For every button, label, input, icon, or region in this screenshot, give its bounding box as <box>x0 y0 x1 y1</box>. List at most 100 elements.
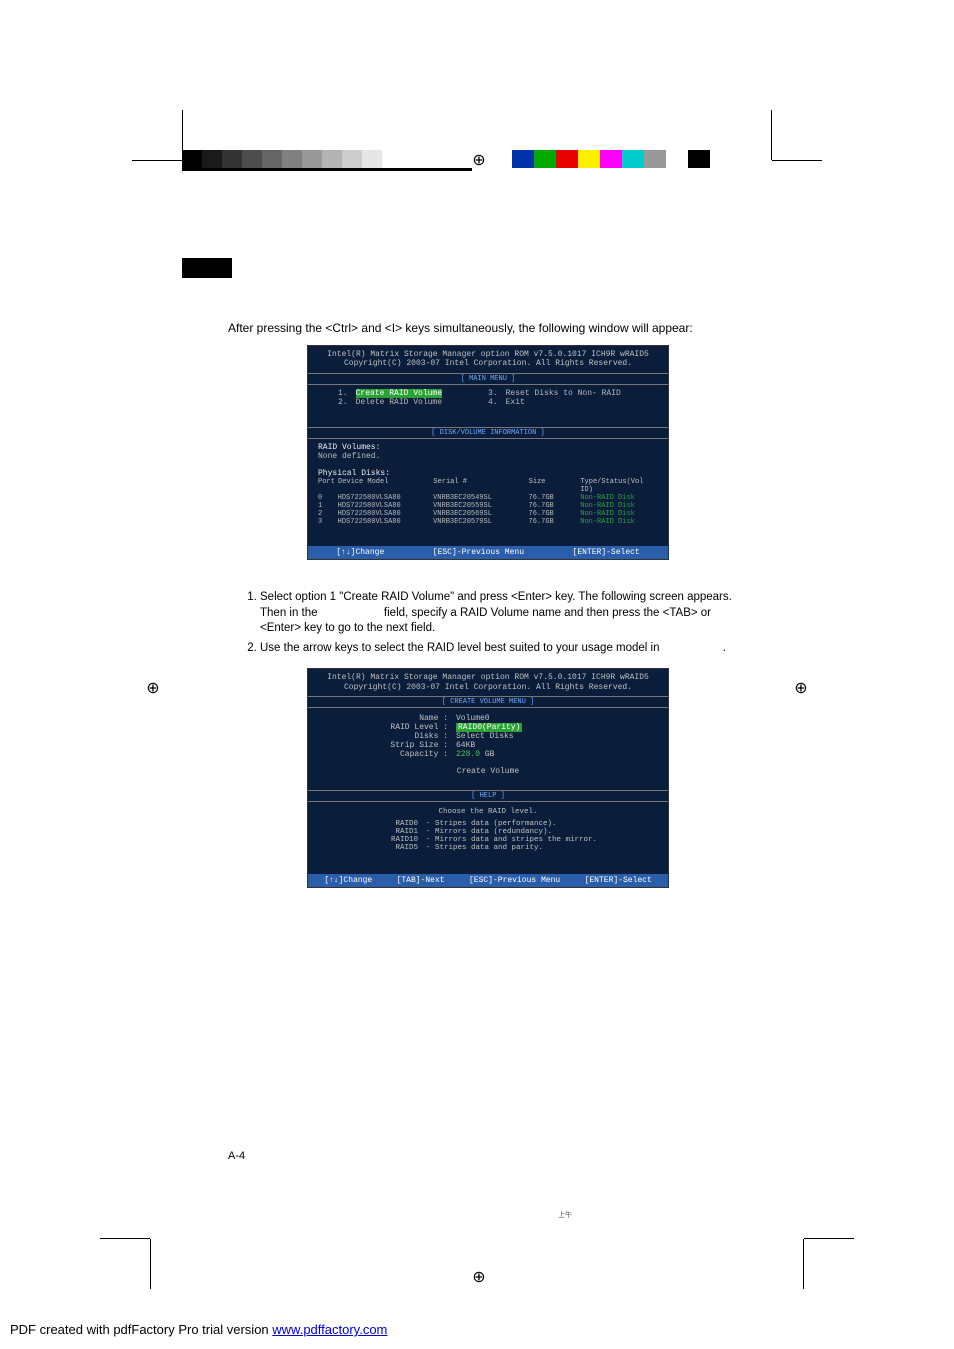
instruction-1: Select option 1 "Create RAID Volume" and… <box>260 590 748 637</box>
footer-select: [ENTER]-Select <box>585 876 652 885</box>
color-swatch <box>666 150 688 168</box>
capacity-label: Capacity : <box>388 750 448 759</box>
disk-volume-info-title: [ DISK/VOLUME INFORMATION ] <box>308 427 668 439</box>
disk-serial: VNRB3EC20549SL <box>433 494 520 502</box>
disks-value: Select Disks <box>448 732 514 741</box>
menu-number: 4. <box>488 398 498 407</box>
pdf-factory-footer: PDF created with pdfFactory Pro trial ve… <box>10 1322 387 1337</box>
raid-level-value: RAID0(Parity) <box>456 723 522 732</box>
help-row: RAID10- Mirrors data and stripes the mir… <box>378 836 598 844</box>
col-type: Type/Status(Vol ID) <box>580 478 658 494</box>
disk-model: HDS722580VLSA80 <box>338 510 425 518</box>
footer-select: [ENTER]-Select <box>573 548 640 557</box>
help-raid-level: RAID10 <box>378 836 418 844</box>
color-swatch <box>534 150 556 168</box>
disk-size: 76.7GB <box>529 494 573 502</box>
footer-change: [↑↓]Change <box>324 876 372 885</box>
raid-volumes-label: RAID Volumes: <box>318 443 658 452</box>
footer-prev-menu: [ESC]-Previous Menu <box>433 548 524 557</box>
help-row: RAID5 - Stripes data and parity. <box>378 844 598 852</box>
bios-title-line: Intel(R) Matrix Storage Manager option R… <box>316 673 660 683</box>
color-swatch <box>322 150 342 168</box>
page-number: A-4 <box>228 1150 245 1162</box>
help-raid-desc: - Mirrors data (redundancy). <box>426 828 552 836</box>
disk-type: Non-RAID Disk <box>580 510 658 518</box>
bios-copyright-line: Copyright(C) 2003-07 Intel Corporation. … <box>316 683 660 693</box>
crop-mark <box>132 160 182 161</box>
color-swatch <box>512 150 534 168</box>
crop-mark <box>772 160 822 161</box>
disk-type: Non-RAID Disk <box>580 518 658 526</box>
color-swatch <box>282 150 302 168</box>
color-swatch <box>362 150 382 168</box>
col-size: Size <box>529 478 573 494</box>
menu-number: 2. <box>338 398 348 407</box>
help-raid-level: RAID1 <box>378 828 418 836</box>
menu-create-raid-volume: Create RAID Volume <box>356 389 442 398</box>
disk-port: 1 <box>318 502 330 510</box>
capacity-value-num: 228.0 <box>456 750 480 759</box>
menu-delete-raid-volume: Delete RAID Volume <box>356 398 442 407</box>
main-menu-title: [ MAIN MENU ] <box>308 373 668 385</box>
registration-mark-icon: ⊕ <box>470 1269 488 1287</box>
disk-size: 76.7GB <box>529 502 573 510</box>
help-row: RAID1 - Mirrors data (redundancy). <box>378 828 598 836</box>
col-serial: Serial # <box>433 478 520 494</box>
registration-mark-icon: ⊕ <box>470 152 488 170</box>
menu-number: 3. <box>488 389 498 398</box>
instruction-2: Use the arrow keys to select the RAID le… <box>260 641 748 657</box>
horizontal-rule <box>182 168 472 171</box>
menu-number: 1. <box>338 389 348 398</box>
registration-mark-icon: ⊕ <box>792 680 810 698</box>
pdf-factory-link[interactable]: www.pdffactory.com <box>272 1322 387 1337</box>
instructions-list: Select option 1 "Create RAID Volume" and… <box>228 590 748 656</box>
crop-mark <box>803 1239 804 1289</box>
help-raid-desc: - Stripes data (performance). <box>426 820 557 828</box>
color-bar <box>512 150 710 168</box>
footer-prev-menu: [ESC]-Previous Menu <box>469 876 560 885</box>
physical-disk-row: 1 HDS722580VLSA80 VNRB3EC20559SL 76.7GB Non-… <box>318 502 658 510</box>
disk-port: 3 <box>318 518 330 526</box>
color-swatch <box>182 150 202 168</box>
timestamp-text: 上午 <box>558 1210 572 1220</box>
raid-volumes-value: None defined. <box>318 452 658 461</box>
physical-disk-row: 3HDS722580VLSA80VNRB3EC20579SL76.7GBNon-… <box>318 518 658 526</box>
disk-model: HDS722580VLSA80 <box>338 502 425 510</box>
color-swatch <box>302 150 322 168</box>
help-raid-level: RAID0 <box>378 820 418 828</box>
disk-size: 76.7GB <box>529 510 573 518</box>
menu-reset-disks: Reset Disks to Non- RAID <box>506 389 621 398</box>
name-label: Name : <box>388 714 448 723</box>
disk-model: HDS722580VLSA80 <box>338 494 425 502</box>
col-model: Device Model <box>338 478 425 494</box>
disk-port: 2 <box>318 510 330 518</box>
create-volume-action: Create Volume <box>388 759 588 780</box>
strip-size-value: 64KB <box>448 741 475 750</box>
create-volume-menu-title: [ CREATE VOLUME MENU ] <box>308 696 668 708</box>
name-value: Volume0 <box>448 714 490 723</box>
color-swatch <box>600 150 622 168</box>
menu-exit: Exit <box>506 398 525 407</box>
color-swatch <box>382 150 402 168</box>
disk-serial: VNRB3EC20559SL <box>433 502 520 510</box>
color-swatch <box>578 150 600 168</box>
crop-mark <box>100 1238 150 1239</box>
registration-mark-icon: ⊕ <box>144 680 162 698</box>
disk-type: Non-RAID Disk <box>580 502 658 510</box>
capacity-value-unit: GB <box>485 750 495 759</box>
color-swatch <box>644 150 666 168</box>
help-raid-level: RAID5 <box>378 844 418 852</box>
help-title: [ HELP ] <box>308 790 668 802</box>
color-swatch <box>262 150 282 168</box>
crop-mark <box>804 1238 854 1239</box>
color-swatch <box>242 150 262 168</box>
strip-size-label: Strip Size : <box>388 741 448 750</box>
disk-size: 76.7GB <box>529 518 573 526</box>
help-raid-desc: - Stripes data and parity. <box>426 844 543 852</box>
color-swatch <box>202 150 222 168</box>
disk-model: HDS722580VLSA80 <box>338 518 425 526</box>
physical-disk-row: 2HDS722580VLSA80VNRB3EC20569SL76.7GBNon-… <box>318 510 658 518</box>
color-swatch <box>556 150 578 168</box>
color-swatch <box>222 150 242 168</box>
physical-disks-label: Physical Disks: <box>318 469 658 478</box>
